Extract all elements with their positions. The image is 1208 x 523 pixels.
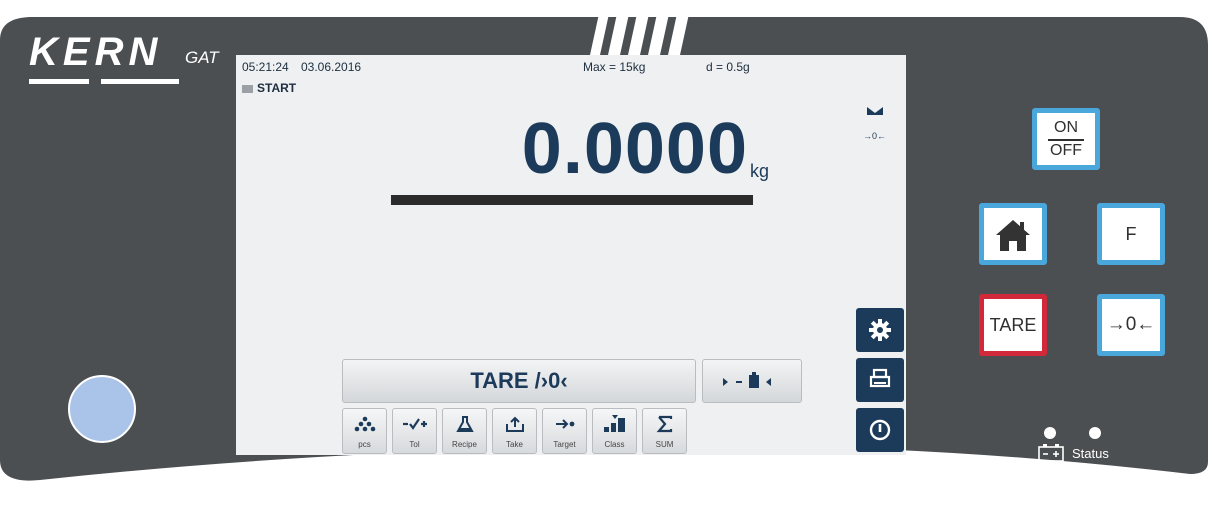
mode-label: START bbox=[257, 81, 297, 95]
max-capacity: Max = 15kg bbox=[583, 60, 646, 74]
kern-logo: KERN GAT bbox=[29, 30, 219, 88]
take-icon bbox=[506, 416, 524, 432]
tare-zero-button[interactable]: TARE /›0‹ bbox=[342, 359, 696, 403]
brand-name: KERN bbox=[29, 30, 163, 74]
power-icon bbox=[869, 419, 891, 441]
on-label: ON bbox=[1054, 119, 1078, 136]
status-label: Status bbox=[1072, 446, 1109, 461]
target-icon bbox=[556, 419, 575, 429]
fkey-label: Tol bbox=[409, 440, 420, 449]
print-button[interactable] bbox=[856, 358, 904, 402]
target-weight-button[interactable] bbox=[702, 359, 802, 403]
fkey-label: Class bbox=[604, 440, 625, 449]
zero-key[interactable]: →0← bbox=[1097, 294, 1165, 356]
gear-icon bbox=[869, 319, 891, 341]
date-readout: 03.06.2016 bbox=[301, 60, 362, 74]
function-key[interactable]: F bbox=[1097, 203, 1165, 265]
weight-unit: kg bbox=[750, 161, 770, 181]
stability-icon bbox=[867, 107, 883, 115]
level-indicator bbox=[68, 375, 136, 443]
home-icon bbox=[996, 220, 1030, 251]
home-small-icon bbox=[242, 84, 253, 93]
fkey-tol[interactable]: Tol bbox=[392, 408, 437, 454]
fkey-take[interactable]: Take bbox=[492, 408, 537, 454]
touch-display: 05:21:24 03.06.2016 Max = 15kg d = 0.5g … bbox=[236, 55, 906, 455]
fkey-label: Target bbox=[553, 440, 576, 449]
logo-underline-left bbox=[29, 79, 89, 84]
fkey-class[interactable]: Class bbox=[592, 408, 637, 454]
pieces-icon bbox=[354, 416, 376, 432]
class-icon bbox=[604, 415, 625, 432]
fkey-label: pcs bbox=[358, 440, 371, 449]
fkey-recipe[interactable]: Recipe bbox=[442, 408, 487, 454]
battery-icon bbox=[1038, 444, 1064, 462]
fkey-sum[interactable]: SUM bbox=[642, 408, 687, 454]
capacity-bar bbox=[391, 195, 753, 205]
tare-label: TARE bbox=[989, 315, 1037, 335]
settings-button[interactable] bbox=[856, 308, 904, 352]
zero-label: →0← bbox=[1106, 314, 1156, 335]
tolerance-icon bbox=[403, 418, 427, 430]
home-key[interactable] bbox=[979, 203, 1047, 265]
tare-key[interactable]: TARE bbox=[979, 294, 1047, 356]
status-led bbox=[1089, 427, 1101, 439]
flask-icon bbox=[456, 416, 474, 432]
print-icon bbox=[869, 368, 891, 388]
fkey-label: SUM bbox=[655, 440, 674, 449]
fkey-label: Recipe bbox=[452, 440, 477, 449]
fkey-pcs[interactable]: pcs bbox=[342, 408, 387, 454]
mode-indicator: START bbox=[242, 81, 296, 95]
zero-indicator: →0← bbox=[863, 131, 887, 141]
logo-underline-right bbox=[101, 79, 179, 84]
sigma-icon bbox=[656, 415, 673, 433]
brand-model: GAT bbox=[185, 48, 219, 67]
f-label: F bbox=[1125, 224, 1137, 244]
battery-led bbox=[1044, 427, 1056, 439]
fkey-label: Take bbox=[506, 440, 523, 449]
target-weight-icon bbox=[723, 372, 771, 388]
fkey-target[interactable]: Target bbox=[542, 408, 587, 454]
weight-readout: 0.0000 bbox=[521, 109, 748, 189]
off-label: OFF bbox=[1050, 142, 1082, 159]
readability: d = 0.5g bbox=[706, 60, 750, 74]
on-off-key[interactable]: ON OFF bbox=[1032, 108, 1100, 170]
power-button[interactable] bbox=[856, 408, 904, 452]
on-off-divider bbox=[1048, 139, 1084, 141]
time-readout: 05:21:24 bbox=[242, 60, 289, 74]
